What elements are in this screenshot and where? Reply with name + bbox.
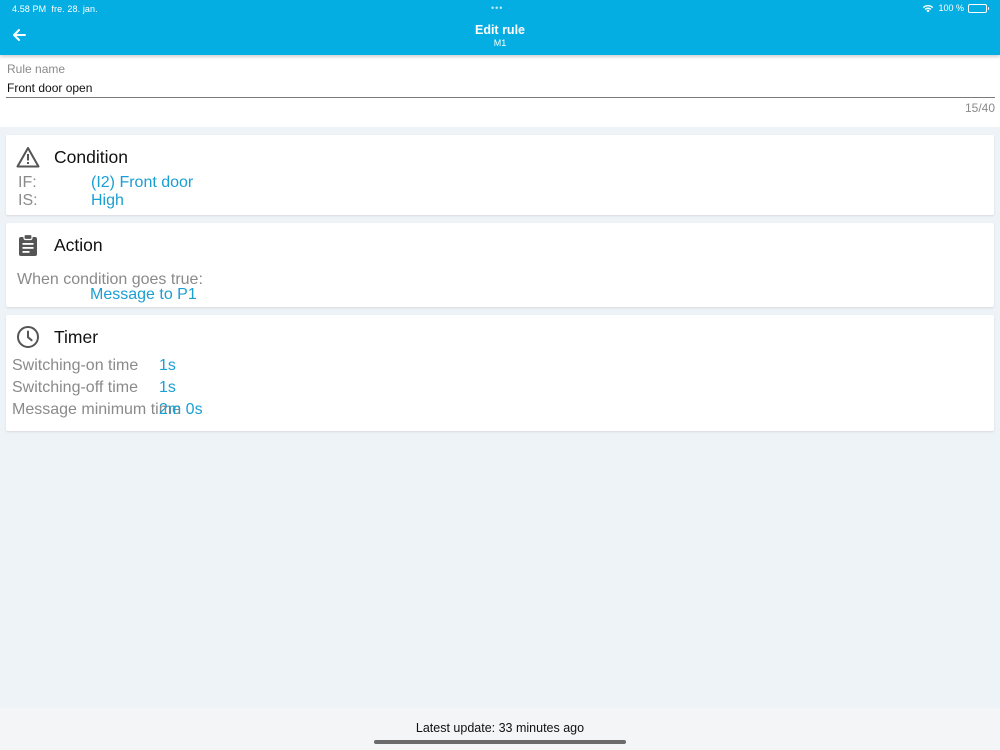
footer: Latest update: 33 minutes ago xyxy=(0,708,1000,750)
status-time: 4.58 PM fre. 28. jan. xyxy=(12,4,98,14)
character-counter: 15/40 xyxy=(964,101,995,115)
action-header: Action xyxy=(16,233,103,257)
app-header: 4.58 PM fre. 28. jan. ••• 100 % Edit rul… xyxy=(0,0,1000,55)
message-minimum-value[interactable]: 2m 0s xyxy=(159,401,203,419)
timer-title: Timer xyxy=(54,326,99,347)
page-title: Edit rule xyxy=(474,23,525,37)
timer-card[interactable]: Timer Switching-on time 1s Switching-off… xyxy=(6,315,994,431)
warning-triangle-icon xyxy=(16,145,40,169)
multitask-dots[interactable]: ••• xyxy=(491,3,503,13)
switching-off-label: Switching-off time xyxy=(12,379,138,396)
switching-on-value[interactable]: 1s xyxy=(159,357,176,375)
message-minimum-label: Message minimum time xyxy=(12,401,181,418)
switching-off-value[interactable]: 1s xyxy=(159,379,176,397)
page-subtitle: M1 xyxy=(493,38,507,48)
action-value[interactable]: Message to P1 xyxy=(90,286,197,304)
status-date: fre. 28. jan. xyxy=(51,4,98,14)
clock-icon xyxy=(16,325,40,349)
is-label: IS: xyxy=(18,192,38,209)
timer-header: Timer xyxy=(16,325,98,349)
latest-update-text: Latest update: 33 minutes ago xyxy=(415,721,585,735)
switching-on-label: Switching-on time xyxy=(12,357,139,374)
is-value[interactable]: High xyxy=(91,192,124,210)
rule-name-section: Rule name 15/40 xyxy=(0,55,1000,127)
wifi-icon xyxy=(923,4,934,12)
clipboard-icon xyxy=(16,233,40,257)
rule-name-input[interactable] xyxy=(6,81,995,98)
battery-icon xyxy=(968,3,989,13)
battery-percentage: 100 % xyxy=(938,3,964,13)
home-indicator[interactable] xyxy=(374,740,626,744)
status-right: 100 % xyxy=(922,3,989,13)
status-time-value: 4.58 PM xyxy=(12,4,47,14)
action-title: Action xyxy=(54,234,103,255)
if-label: IF: xyxy=(18,174,37,191)
if-value[interactable]: (I2) Front door xyxy=(91,174,193,192)
header-title-group: Edit rule M1 xyxy=(0,23,1000,48)
rule-name-label: Rule name xyxy=(7,62,66,76)
condition-title: Condition xyxy=(54,146,128,167)
condition-header: Condition xyxy=(16,145,128,169)
condition-card[interactable]: Condition IF: (I2) Front door IS: High xyxy=(6,135,994,215)
action-card[interactable]: Action When condition goes true: Message… xyxy=(6,223,994,307)
